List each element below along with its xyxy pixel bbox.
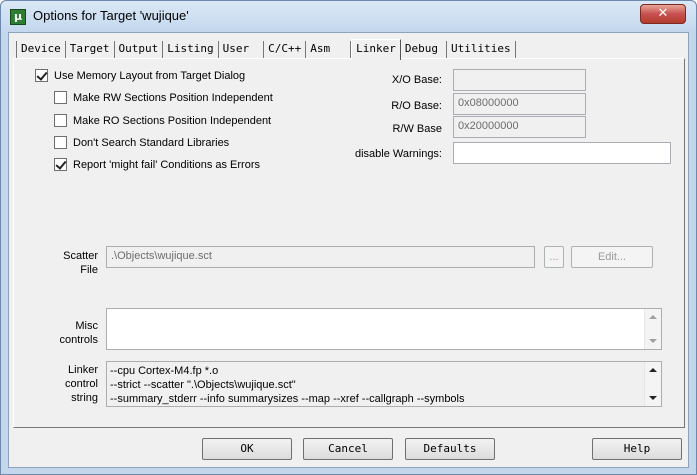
make-rw-independent-label: Make RW Sections Position Independent [73,91,273,104]
dont-search-std-libs-option[interactable]: Don't Search Standard Libraries [54,136,229,149]
close-button[interactable]: ✕ [640,4,686,24]
dont-search-std-libs-checkbox[interactable] [54,136,67,149]
scroll-up-icon[interactable] [649,368,657,372]
window-title: Options for Target 'wujique' [33,8,189,23]
use-memory-layout-option[interactable]: Use Memory Layout from Target Dialog [35,69,245,82]
make-ro-independent-checkbox[interactable] [54,114,67,127]
scatter-browse-button[interactable]: ... [544,246,564,268]
scroll-down-icon[interactable] [649,396,657,400]
title-bar[interactable]: μ Options for Target 'wujique' ✕ [1,1,696,31]
scroll-down-icon[interactable] [649,339,657,343]
linker-control-scrollbar[interactable] [644,362,661,406]
disable-warnings-label: disable Warnings: [354,148,442,160]
options-dialog: μ Options for Target 'wujique' ✕ Device … [0,0,697,475]
tab-user[interactable]: User [219,41,265,59]
scatter-file-label: Scatter File [63,250,98,276]
rw-base-field[interactable]: 0x20000000 [453,116,586,138]
cancel-button[interactable]: Cancel [303,438,393,460]
tab-strip: Device Target Output Listing User C/C++ … [16,39,516,60]
help-button[interactable]: Help [592,438,682,460]
ok-button[interactable]: OK [202,438,292,460]
app-icon: μ [10,9,26,25]
disable-warnings-field[interactable] [453,142,671,164]
linker-control-line: --strict --scatter ".\Objects\wujique.sc… [110,379,296,391]
tab-linker[interactable]: Linker [351,39,401,60]
tab-asm[interactable]: Asm [306,41,352,59]
tab-listing[interactable]: Listing [163,41,219,59]
report-might-fail-checkbox[interactable] [54,158,67,171]
linker-control-string-label: Linker control string [64,364,98,404]
make-rw-independent-checkbox[interactable] [54,91,67,104]
tab-target[interactable]: Target [66,41,115,59]
tab-device[interactable]: Device [16,41,66,59]
dialog-body: Device Target Output Listing User C/C++ … [8,32,689,468]
misc-controls-input[interactable] [106,308,662,350]
ro-base-field[interactable]: 0x08000000 [453,93,586,115]
linker-panel: Use Memory Layout from Target Dialog Mak… [13,58,685,428]
report-might-fail-label: Report 'might fail' Conditions as Errors [73,158,260,171]
dont-search-std-libs-label: Don't Search Standard Libraries [73,136,230,149]
tab-utilities[interactable]: Utilities [447,41,516,59]
rw-base-label: R/W Base [392,123,442,135]
misc-controls-label: Misc controls [59,320,98,346]
tab-output[interactable]: Output [115,41,164,59]
ro-base-label: R/O Base: [391,100,442,112]
use-memory-layout-checkbox[interactable] [35,69,48,82]
scroll-up-icon[interactable] [649,315,657,319]
misc-controls-scrollbar[interactable] [644,309,661,349]
report-might-fail-option[interactable]: Report 'might fail' Conditions as Errors [54,158,260,171]
tab-c-cpp[interactable]: C/C++ [264,41,307,59]
tab-debug[interactable]: Debug [401,41,447,59]
scatter-file-field[interactable]: .\Objects\wujique.sct [106,246,535,268]
defaults-button[interactable]: Defaults [405,438,495,460]
linker-control-string-box[interactable]: --cpu Cortex-M4.fp *.o --strict --scatte… [106,361,662,407]
xo-base-label: X/O Base: [391,74,442,86]
xo-base-field[interactable] [453,69,586,91]
linker-control-line: --summary_stderr --info summarysizes --m… [110,393,465,405]
use-memory-layout-label: Use Memory Layout from Target Dialog [54,69,246,82]
make-rw-independent-option[interactable]: Make RW Sections Position Independent [54,91,273,104]
make-ro-independent-label: Make RO Sections Position Independent [73,114,272,127]
make-ro-independent-option[interactable]: Make RO Sections Position Independent [54,114,271,127]
linker-control-line: --cpu Cortex-M4.fp *.o [110,365,219,377]
scatter-edit-button[interactable]: Edit... [571,246,653,268]
